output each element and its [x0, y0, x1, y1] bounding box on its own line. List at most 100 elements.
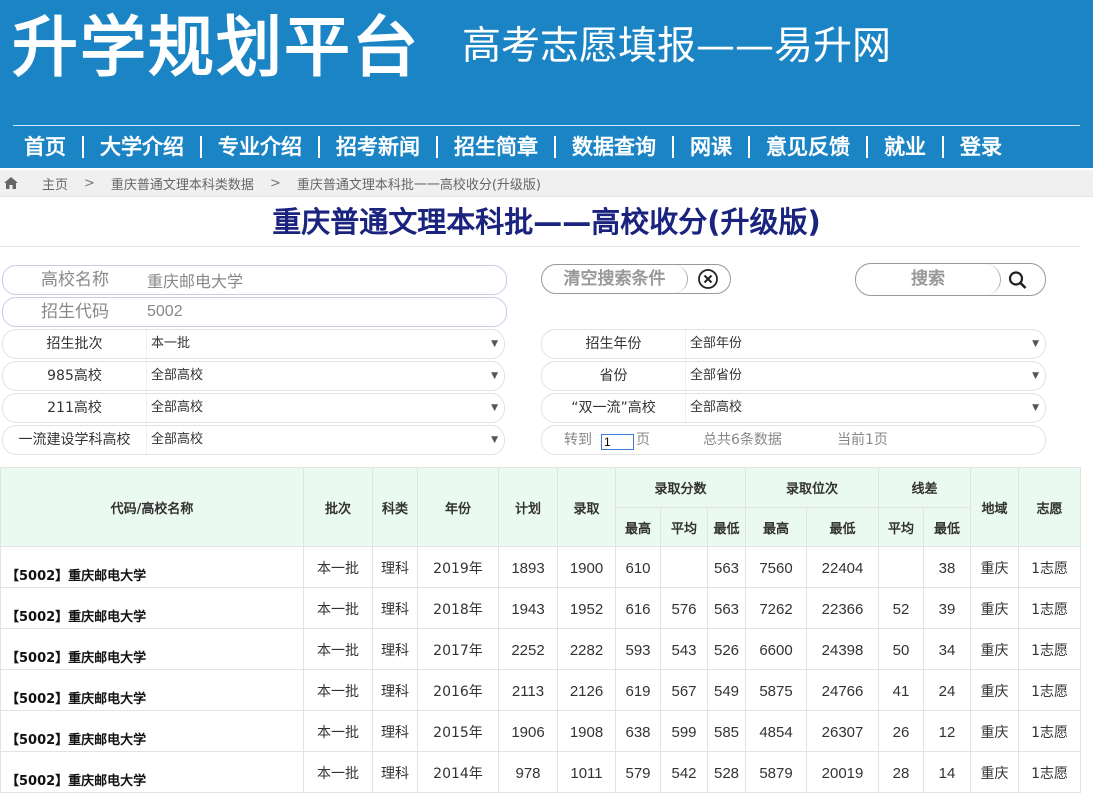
- breadcrumb-data-category[interactable]: 重庆普通文理本科类数据: [111, 174, 254, 193]
- dropdown-arrow-icon[interactable]: ▼: [1032, 330, 1039, 358]
- batch-select-value[interactable]: 本一批: [151, 330, 190, 358]
- nav-item-exam-news[interactable]: 招考新闻: [320, 128, 436, 166]
- cell-name[interactable]: 【5002】重庆邮电大学: [0, 669, 304, 711]
- header-subject: 科类: [372, 467, 418, 547]
- cell-plan: 2113: [498, 669, 558, 711]
- search-button-label[interactable]: 搜索: [856, 264, 1001, 295]
- cell-batch: 本一批: [303, 669, 373, 711]
- cell-diff-min: 14: [923, 751, 972, 793]
- cell-name[interactable]: 【5002】重庆邮电大学: [0, 751, 304, 793]
- cell-plan: 2252: [498, 628, 558, 670]
- nav-item-admission-guide[interactable]: 招生简章: [438, 128, 554, 166]
- cell-name[interactable]: 【5002】重庆邮电大学: [0, 710, 304, 752]
- cell-subject: 理科: [372, 628, 418, 670]
- cell-plan: 978: [498, 751, 558, 793]
- clear-search-button[interactable]: 清空搜索条件: [541, 264, 731, 294]
- page-title: 重庆普通文理本科批——高校收分(升级版): [272, 205, 821, 239]
- cell-diff-avg: 26: [878, 710, 925, 752]
- cell-name[interactable]: 【5002】重庆邮电大学: [0, 546, 304, 588]
- 985-select[interactable]: 985高校 全部高校 ▼: [2, 361, 505, 391]
- nav-item-universities[interactable]: 大学介绍: [84, 128, 200, 166]
- dropdown-arrow-icon[interactable]: ▼: [491, 330, 498, 358]
- cell-name[interactable]: 【5002】重庆邮电大学: [0, 628, 304, 670]
- batch-select[interactable]: 招生批次 本一批 ▼: [2, 329, 505, 359]
- 985-select-label: 985高校: [3, 362, 147, 390]
- cell-rank-max: 7262: [745, 587, 807, 629]
- cell-admitted: 1908: [557, 710, 616, 752]
- page-number-input[interactable]: [601, 434, 634, 450]
- header-year: 年份: [417, 467, 499, 547]
- search-button[interactable]: 搜索: [855, 263, 1046, 296]
- cell-wish: 1志愿: [1018, 669, 1082, 711]
- nav-item-login[interactable]: 登录: [944, 128, 1018, 166]
- breadcrumb-home[interactable]: 主页: [42, 174, 68, 193]
- main-nav: 首页 大学介绍 专业介绍 招考新闻 招生简章 数据查询 网课 意见反馈 就业 登…: [8, 128, 1080, 166]
- cell-score-min: 563: [707, 546, 746, 588]
- current-page: 当前1页: [837, 432, 888, 448]
- breadcrumb-current: 重庆普通文理本科批一一高校收分(升级版): [296, 177, 541, 193]
- year-select-value[interactable]: 全部年份: [690, 330, 742, 358]
- cell-batch: 本一批: [303, 587, 373, 629]
- 211-select-value[interactable]: 全部高校: [151, 394, 203, 422]
- cell-diff-avg: [878, 546, 925, 588]
- nav-item-jobs[interactable]: 就业: [868, 128, 942, 166]
- first-class-discipline-value[interactable]: 全部高校: [151, 426, 203, 454]
- close-circle-icon[interactable]: [697, 269, 719, 289]
- dropdown-arrow-icon[interactable]: ▼: [491, 426, 498, 454]
- cell-year: 2015年: [417, 710, 499, 752]
- cell-rank-max: 4854: [745, 710, 807, 752]
- 985-select-value[interactable]: 全部高校: [151, 362, 203, 390]
- header-diff-avg: 平均: [878, 507, 925, 547]
- double-first-class-label: “双一流”高校: [542, 394, 686, 422]
- admission-code-input[interactable]: [147, 300, 497, 324]
- first-class-discipline-select[interactable]: 一流建设学科高校 全部高校 ▼: [2, 425, 505, 455]
- cell-year: 2019年: [417, 546, 499, 588]
- 211-select[interactable]: 211高校 全部高校 ▼: [2, 393, 505, 423]
- cell-diff-avg: 28: [878, 751, 925, 793]
- header-diff-min: 最低: [923, 507, 972, 547]
- header-rank-min: 最低: [805, 507, 880, 547]
- cell-score-min: 549: [707, 669, 746, 711]
- year-select[interactable]: 招生年份 全部年份 ▼: [541, 329, 1046, 359]
- dropdown-arrow-icon[interactable]: ▼: [491, 362, 498, 390]
- table-row: 【5002】重庆邮电大学 本一批 理科 2017年 2252 2282 593 543 526 6…: [0, 628, 1082, 670]
- cell-region: 重庆: [970, 628, 1020, 670]
- clear-search-label[interactable]: 清空搜索条件: [542, 265, 688, 293]
- header-wish: 志愿: [1018, 467, 1082, 547]
- province-select-label: 省份: [542, 362, 686, 390]
- double-first-class-select[interactable]: “双一流”高校 全部高校 ▼: [541, 393, 1046, 423]
- page-suffix: 页: [636, 432, 650, 448]
- double-first-class-value[interactable]: 全部高校: [690, 394, 742, 422]
- header-score-max: 最高: [615, 507, 661, 547]
- table-row: 【5002】重庆邮电大学 本一批 理科 2018年 1943 1952 616 576 563 7…: [0, 587, 1082, 629]
- header-rank-group: 录取位次: [744, 467, 880, 508]
- cell-score-min: 563: [707, 587, 746, 629]
- cell-score-max: 579: [615, 751, 661, 793]
- magnifier-icon[interactable]: [1007, 270, 1029, 290]
- school-name-input[interactable]: [147, 268, 497, 292]
- nav-item-courses[interactable]: 网课: [674, 128, 748, 166]
- province-select[interactable]: 省份 全部省份 ▼: [541, 361, 1046, 391]
- cell-region: 重庆: [970, 587, 1020, 629]
- cell-diff-min: 24: [923, 669, 972, 711]
- dropdown-arrow-icon[interactable]: ▼: [491, 394, 498, 422]
- nav-item-feedback[interactable]: 意见反馈: [750, 128, 866, 166]
- home-icon[interactable]: [4, 177, 18, 189]
- cell-rank-min: 24398: [805, 628, 880, 670]
- year-select-label: 招生年份: [542, 330, 686, 358]
- table-row: 【5002】重庆邮电大学 本一批 理科 2014年 978 1011 579 542 528 58…: [0, 751, 1082, 793]
- dropdown-arrow-icon[interactable]: ▼: [1032, 394, 1039, 422]
- cell-rank-min: 26307: [805, 710, 880, 752]
- admission-code-field: 招生代码: [2, 297, 507, 327]
- nav-item-majors[interactable]: 专业介绍: [202, 128, 318, 166]
- pagination: 转到 页 总共6条数据 当前1页: [541, 425, 1046, 455]
- header-admitted: 录取: [557, 467, 616, 547]
- cell-subject: 理科: [372, 751, 418, 793]
- dropdown-arrow-icon[interactable]: ▼: [1032, 362, 1039, 390]
- cell-batch: 本一批: [303, 546, 373, 588]
- site-brand[interactable]: 升学规划平台: [12, 8, 420, 88]
- province-select-value[interactable]: 全部省份: [690, 362, 742, 390]
- nav-item-home[interactable]: 首页: [8, 128, 82, 166]
- cell-name[interactable]: 【5002】重庆邮电大学: [0, 587, 304, 629]
- nav-item-data-query[interactable]: 数据查询: [556, 128, 672, 166]
